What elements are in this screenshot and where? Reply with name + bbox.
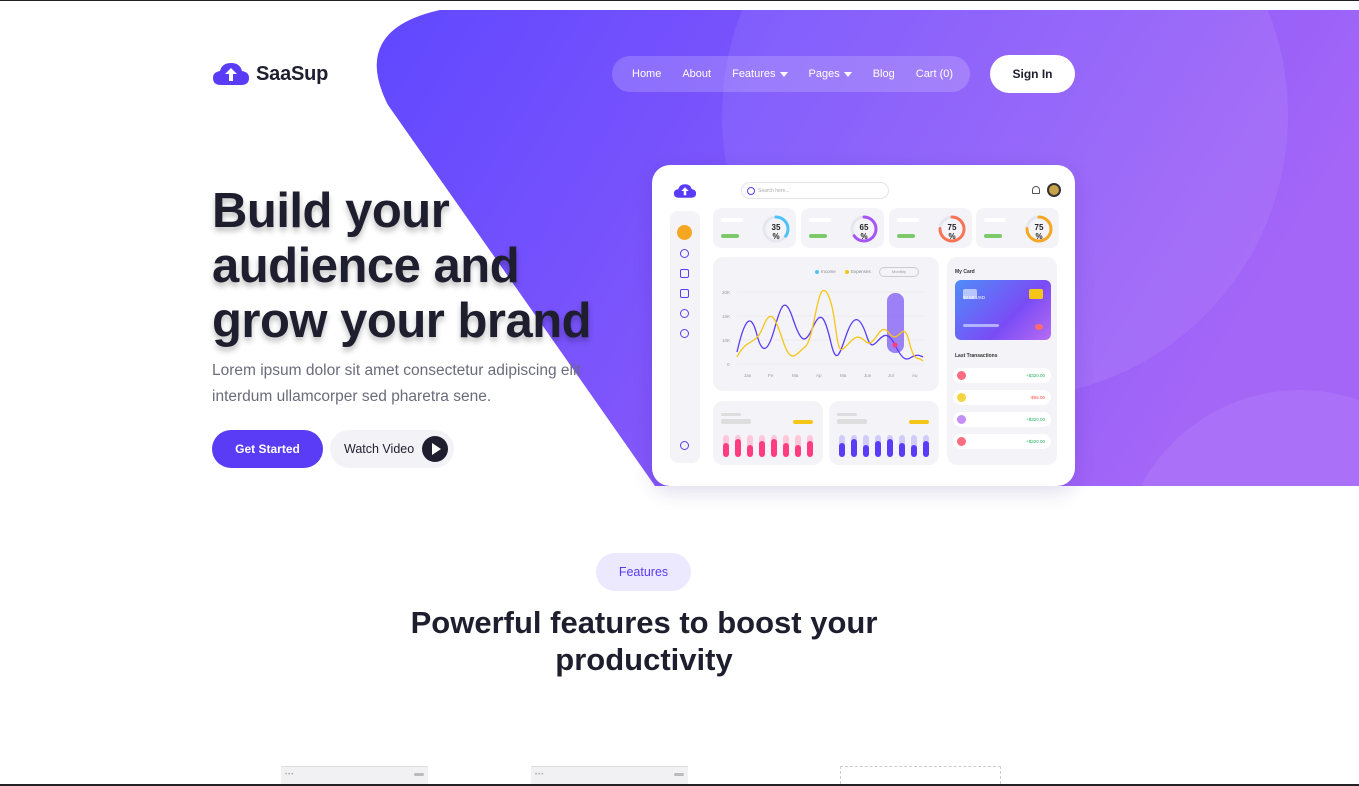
logout-icon bbox=[680, 441, 689, 450]
mini-bar bbox=[851, 439, 857, 457]
transaction-amount: +$320.00 bbox=[1026, 373, 1045, 378]
mini-bar bbox=[759, 441, 765, 457]
credit-card: $3.50 USD bbox=[955, 280, 1051, 340]
get-started-button[interactable]: Get Started bbox=[212, 430, 323, 468]
nav-cart-label: Cart (0) bbox=[915, 68, 954, 80]
stat-card: 75% bbox=[976, 208, 1059, 248]
dashboard-preview: Search here... 35% 65% 75% 75% Income Ex… bbox=[652, 165, 1075, 486]
nav-home[interactable]: Home bbox=[632, 68, 661, 80]
nav-cart[interactable]: Cart (0) bbox=[916, 68, 953, 80]
x-tick: Ma bbox=[840, 373, 847, 378]
stat-card: 35% bbox=[713, 208, 796, 248]
mini-bar bbox=[875, 441, 881, 457]
line-plot: 20K 15K 10K 0 Jan Fe Ma Ap Ma Jun Jul Au bbox=[722, 289, 925, 378]
hero-title: Build your audience and grow your brand bbox=[212, 184, 592, 348]
stat-card: 65% bbox=[801, 208, 884, 248]
mini-bar bbox=[771, 439, 777, 457]
my-card-panel: My Card $3.50 USD Last Transactions +$32… bbox=[947, 257, 1057, 465]
nav-about[interactable]: About bbox=[682, 68, 711, 80]
transaction-amount: +$320.00 bbox=[1026, 439, 1045, 444]
settings-icon bbox=[680, 329, 689, 338]
nav-blog-label: Blog bbox=[872, 68, 895, 80]
chevron-down-icon bbox=[843, 71, 852, 77]
x-tick: Ma bbox=[792, 373, 799, 378]
mini-bar bbox=[807, 441, 813, 457]
play-icon bbox=[422, 436, 449, 462]
mini-bar bbox=[723, 443, 729, 457]
x-tick: Fe bbox=[768, 373, 774, 378]
transaction-row: +$320.00 bbox=[953, 434, 1051, 449]
stat-card: 75% bbox=[889, 208, 972, 248]
transfer-icon bbox=[680, 269, 689, 278]
x-tick: Jul bbox=[888, 373, 894, 378]
cloud-upload-icon bbox=[213, 63, 249, 85]
dashboard-search-input: Search here... bbox=[741, 182, 889, 199]
cloud-upload-icon bbox=[673, 184, 697, 198]
mini-bar bbox=[923, 441, 929, 457]
brand-name: SaaSup bbox=[256, 62, 329, 85]
stat-value: 75% bbox=[947, 223, 957, 241]
sign-in-button[interactable]: Sign In bbox=[990, 55, 1075, 93]
transaction-row: +$320.00 bbox=[953, 412, 1051, 427]
mini-bar bbox=[795, 445, 801, 457]
nav-pages-label: Pages bbox=[808, 68, 840, 80]
y-tick: 20K bbox=[722, 290, 730, 295]
watch-video-button[interactable]: Watch Video bbox=[330, 430, 454, 468]
mini-bar-card bbox=[829, 401, 939, 465]
home-icon bbox=[677, 225, 692, 240]
mini-bar bbox=[887, 439, 893, 457]
nav-home-label: Home bbox=[632, 68, 662, 80]
stat-value: 65% bbox=[859, 223, 869, 241]
mini-bar bbox=[783, 443, 789, 457]
y-tick: 10K bbox=[722, 338, 730, 343]
x-tick: Jun bbox=[864, 373, 872, 378]
transaction-row: +$320.00 bbox=[953, 368, 1051, 383]
mini-bar bbox=[899, 443, 905, 457]
feature-thumbnail: ••• bbox=[531, 766, 688, 784]
y-tick: 15K bbox=[722, 314, 730, 319]
transaction-row: -$55.00 bbox=[953, 390, 1051, 405]
dashboard-sidebar bbox=[670, 211, 700, 463]
mini-bar-card bbox=[713, 401, 823, 465]
nav-features-label: Features bbox=[732, 68, 776, 80]
feature-thumbnail: ••• bbox=[281, 766, 428, 784]
mini-bar bbox=[839, 443, 845, 457]
transaction-amount: -$55.00 bbox=[1029, 395, 1045, 400]
avatar bbox=[1047, 183, 1061, 197]
nav-blog[interactable]: Blog bbox=[873, 68, 895, 80]
transactions-title: Last Transactions bbox=[955, 353, 998, 359]
top-border bbox=[0, 0, 1359, 1]
nav-pages[interactable]: Pages bbox=[809, 68, 852, 80]
y-tick: 0 bbox=[727, 362, 730, 367]
brand-logo[interactable]: SaaSup bbox=[212, 61, 328, 87]
mini-bar bbox=[735, 439, 741, 457]
nav-features[interactable]: Features bbox=[732, 68, 788, 80]
nav-about-label: About bbox=[682, 68, 712, 80]
mini-bar bbox=[863, 445, 869, 457]
card-amount: $3.50 USD bbox=[963, 295, 986, 300]
features-title: Powerful features to boost your producti… bbox=[410, 605, 878, 677]
x-tick: Ap bbox=[816, 373, 822, 378]
hero-subtitle: Lorem ipsum dolor sit amet consectetur a… bbox=[212, 362, 581, 405]
wallet-icon bbox=[680, 289, 689, 298]
stat-value: 75% bbox=[1034, 223, 1044, 241]
x-tick: Jan bbox=[744, 373, 752, 378]
feature-thumbnail bbox=[840, 766, 1001, 784]
mini-bar bbox=[747, 445, 753, 457]
my-card-title: My Card bbox=[955, 269, 975, 275]
chevron-down-icon bbox=[779, 71, 788, 77]
message-icon bbox=[680, 309, 689, 318]
watch-video-label: Watch Video bbox=[344, 442, 415, 456]
x-tick: Au bbox=[912, 373, 918, 378]
stat-value: 35% bbox=[771, 223, 781, 241]
chart-icon bbox=[680, 249, 689, 258]
main-nav: Home About Features Pages Blog Cart (0) bbox=[612, 56, 970, 92]
income-expense-chart: Income Expenses Monthly 20K 15K 10K 0 Ja… bbox=[713, 257, 939, 391]
transaction-amount: +$320.00 bbox=[1026, 417, 1045, 422]
features-badge: Features bbox=[596, 553, 691, 591]
mini-bar bbox=[911, 445, 917, 457]
bell-icon bbox=[1032, 186, 1040, 194]
